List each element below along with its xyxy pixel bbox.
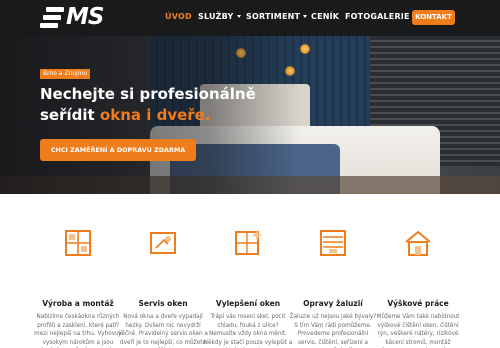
chevron-down-icon: [303, 15, 308, 18]
service-title: Výroba a montáž: [42, 299, 114, 308]
service-title: Opravy žaluzií: [303, 299, 363, 308]
lamp-icon: [300, 44, 310, 54]
service-description: Nabízíme českáokna různých profilů a zas…: [34, 314, 122, 346]
nav-item-fotogalerie[interactable]: FOTOGALERIE: [345, 12, 410, 21]
hero-headline: Nechejte si profesionálně seřídit okna i…: [40, 84, 280, 126]
nav-item-uvod[interactable]: ÚVOD: [165, 12, 192, 21]
window-repair-icon: [150, 232, 176, 254]
service-description: Žaluzie už nejsou jaké bývaly? S tím Vám…: [289, 314, 377, 346]
chevron-down-icon: [236, 15, 241, 18]
service-title: Výškové práce: [387, 299, 449, 308]
nav-item-sortiment[interactable]: SORTIMENT: [246, 12, 308, 21]
logo[interactable]: MS: [40, 4, 112, 31]
nav-item-sluzby[interactable]: SLUŽBY: [198, 12, 241, 21]
free-measurement-button[interactable]: CHCI ZAMĚŘENÍ A DOPRAVU ZDARMA: [40, 139, 196, 161]
headline-line-2-prefix: seřídit: [40, 106, 100, 124]
site-header: MS ÚVOD SLUŽBY SORTIMENT CENÍK FOTOGALER…: [0, 0, 500, 36]
service-description: Trápí vás rosení skel, pocit chladu, fou…: [203, 314, 293, 346]
window-sparkle-icon: [235, 230, 262, 255]
service-description: Můžeme Vám také nabídnout výškové čištěn…: [376, 314, 460, 346]
nav-item-sluzby-label: SLUŽBY: [198, 12, 234, 21]
service-title: Servis oken: [138, 299, 188, 308]
blinds-repair-icon: [320, 230, 346, 256]
nav-item-cenik[interactable]: CENÍK: [311, 12, 339, 21]
contact-button[interactable]: KONTAKT: [412, 10, 455, 25]
logo-text: MS: [66, 4, 104, 30]
service-title: Vylepšení oken: [215, 299, 281, 308]
window-frame-icon: [65, 230, 91, 256]
logo-mark-icon: [40, 7, 64, 29]
house-work-icon: [405, 230, 431, 256]
headline-line-2: seřídit okna i dveře.: [40, 105, 280, 126]
headline-line-1: Nechejte si profesionálně: [40, 85, 256, 103]
headline-accent: okna i dveře.: [99, 106, 211, 124]
services-section: Výroba a montáž Nabízíme českáokna různý…: [0, 194, 500, 348]
nav-item-sortiment-label: SORTIMENT: [246, 12, 301, 21]
service-description: Nová okna a dveře vypadají hezky. Ovšem …: [118, 314, 208, 346]
location-tag: Brno a Znojmo: [40, 69, 91, 79]
